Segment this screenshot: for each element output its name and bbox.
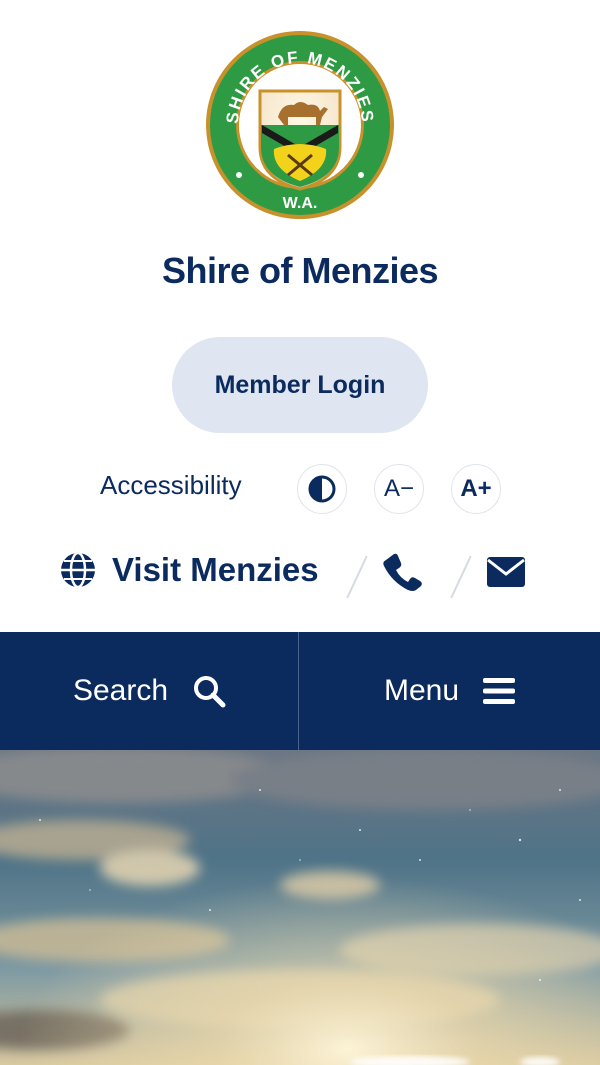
svg-text:W.A.: W.A. bbox=[283, 195, 318, 212]
globe-icon bbox=[61, 551, 95, 589]
search-label: Search bbox=[72, 674, 169, 707]
search-icon bbox=[194, 676, 226, 708]
visit-menzies-link[interactable]: Visit Menzies bbox=[58, 550, 319, 590]
search-button[interactable]: Search bbox=[0, 632, 299, 750]
hamburger-menu-icon bbox=[483, 678, 516, 704]
accessibility-label: Accessibility bbox=[100, 470, 242, 500]
contrast-toggle-button[interactable] bbox=[297, 464, 347, 514]
contrast-icon bbox=[308, 475, 336, 503]
visit-menzies-label: Visit Menzies bbox=[112, 551, 319, 588]
divider bbox=[346, 555, 368, 599]
shire-seal-logo-icon: SHIRE OF MENZIES W.A. bbox=[206, 31, 394, 219]
main-navbar: Search Menu bbox=[0, 632, 600, 750]
increase-text-button[interactable]: A+ bbox=[451, 464, 501, 514]
decrease-text-button[interactable]: A− bbox=[374, 464, 424, 514]
sky-clouds-image bbox=[0, 750, 600, 1065]
menu-label: Menu bbox=[383, 674, 460, 707]
email-link[interactable] bbox=[486, 556, 526, 593]
divider bbox=[450, 555, 472, 599]
site-logo[interactable]: SHIRE OF MENZIES W.A. bbox=[204, 29, 396, 221]
phone-link[interactable] bbox=[382, 552, 422, 597]
site-title: Shire of Menzies bbox=[161, 250, 439, 291]
navbar-divider bbox=[298, 632, 299, 750]
site-header: SHIRE OF MENZIES W.A. Shire of Menzies M… bbox=[0, 0, 600, 632]
envelope-icon bbox=[487, 557, 525, 587]
quick-links: Visit Menzies bbox=[0, 548, 600, 599]
member-login-button[interactable]: Member Login bbox=[172, 337, 428, 433]
menu-button[interactable]: Menu bbox=[300, 632, 599, 750]
hero-image bbox=[0, 750, 600, 1065]
phone-icon bbox=[383, 553, 422, 591]
